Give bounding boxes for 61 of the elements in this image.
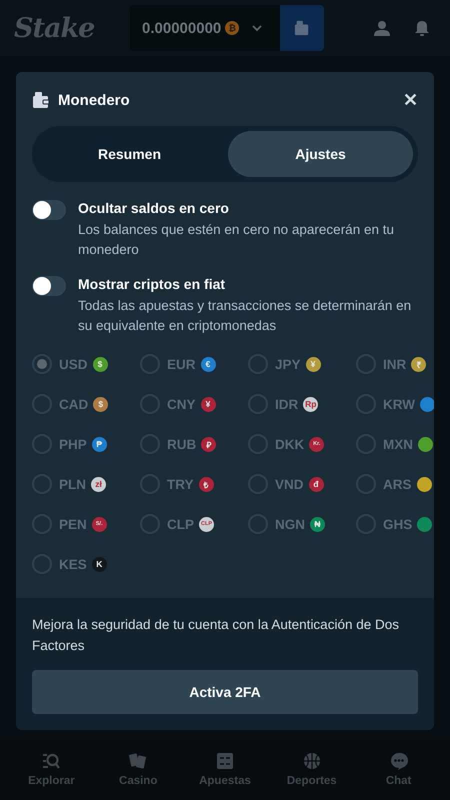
currency-coin-icon: ₦ bbox=[310, 516, 325, 532]
balance-selector[interactable]: 0.00000000 ₿ bbox=[130, 5, 280, 51]
currency-code: VND bbox=[275, 476, 304, 492]
currency-code: ARS bbox=[383, 476, 412, 492]
security-text: Mejora la seguridad de tu cuenta con la Autenticación de Dos Factores bbox=[32, 616, 400, 655]
tab[interactable]: Ajustes bbox=[228, 131, 413, 177]
currency-coin-icon: ₺ bbox=[198, 476, 214, 492]
currency-coin-icon: $ bbox=[93, 396, 108, 412]
currency-coin-icon: Rp bbox=[303, 396, 318, 412]
currency-coin-icon: K bbox=[92, 556, 107, 572]
currency-code: INR bbox=[383, 356, 406, 372]
user-icon[interactable] bbox=[374, 20, 390, 36]
currency-code: USD bbox=[59, 356, 88, 372]
currency-code: RUB bbox=[167, 436, 196, 452]
currency-coin-icon: zł bbox=[91, 476, 106, 492]
currency-code: KRW bbox=[383, 396, 415, 412]
currency-code: DKK bbox=[275, 436, 304, 452]
basketball-icon bbox=[302, 752, 321, 770]
currency-coin-icon: € bbox=[200, 356, 216, 372]
bell-icon[interactable] bbox=[414, 20, 430, 36]
wallet-icon bbox=[32, 91, 50, 109]
bitcoin-icon: ₿ bbox=[225, 21, 240, 35]
currency-code: IDR bbox=[275, 396, 298, 412]
currency-coin-icon: ₽ bbox=[201, 436, 216, 452]
currency-code: MXN bbox=[383, 436, 413, 452]
toggle-title: Ocultar saldos en cero bbox=[78, 200, 230, 216]
wallet-button[interactable] bbox=[280, 5, 324, 51]
currency-code: KES bbox=[59, 556, 87, 572]
toggle-description: Todas las apuestas y transacciones se determinarán en su equivalente en criptomonedas bbox=[78, 297, 412, 335]
currency-coin-icon: ₱ bbox=[92, 436, 107, 452]
close-button[interactable]: ✕ bbox=[403, 89, 418, 111]
currency-coin-icon: ¥ bbox=[306, 356, 321, 372]
currency-code: PHP bbox=[59, 436, 87, 452]
currency-code: PEN bbox=[59, 516, 87, 532]
currency-code: GHS bbox=[383, 516, 412, 532]
toggle-title: Mostrar criptos en fiat bbox=[78, 276, 226, 292]
wallet-icon bbox=[294, 20, 310, 36]
toggle-switch[interactable] bbox=[32, 200, 66, 220]
currency-coin-icon: $ bbox=[92, 356, 108, 372]
currency-code: EUR bbox=[167, 356, 196, 372]
currency-coin-icon: ¥ bbox=[200, 396, 216, 412]
currency-code: NGN bbox=[275, 516, 305, 532]
search-icon bbox=[42, 752, 60, 770]
checklist-icon bbox=[216, 752, 234, 770]
currency-code: TRY bbox=[167, 476, 194, 492]
currency-code: CNY bbox=[167, 396, 196, 412]
chat-icon bbox=[390, 752, 408, 770]
currency-code: CLP bbox=[167, 516, 194, 532]
modal-title: Monedero bbox=[58, 92, 130, 108]
cards-icon bbox=[129, 752, 148, 770]
toggle-switch[interactable] bbox=[32, 276, 66, 296]
tab[interactable]: Resumen bbox=[37, 131, 222, 177]
currency-code: PLN bbox=[59, 476, 86, 492]
currency-code: JPY bbox=[275, 356, 301, 372]
currency-coin-icon: đ bbox=[308, 476, 324, 492]
logo: Stake bbox=[14, 12, 96, 44]
toggle-description: Los balances que estén en cero no aparecerán en tu monedero bbox=[78, 221, 395, 259]
enable-2fa-button[interactable]: Activa 2FA bbox=[32, 670, 418, 714]
currency-coin-icon: ₹ bbox=[411, 356, 426, 372]
currency-code: CAD bbox=[59, 396, 88, 412]
radio-button[interactable] bbox=[32, 354, 52, 374]
